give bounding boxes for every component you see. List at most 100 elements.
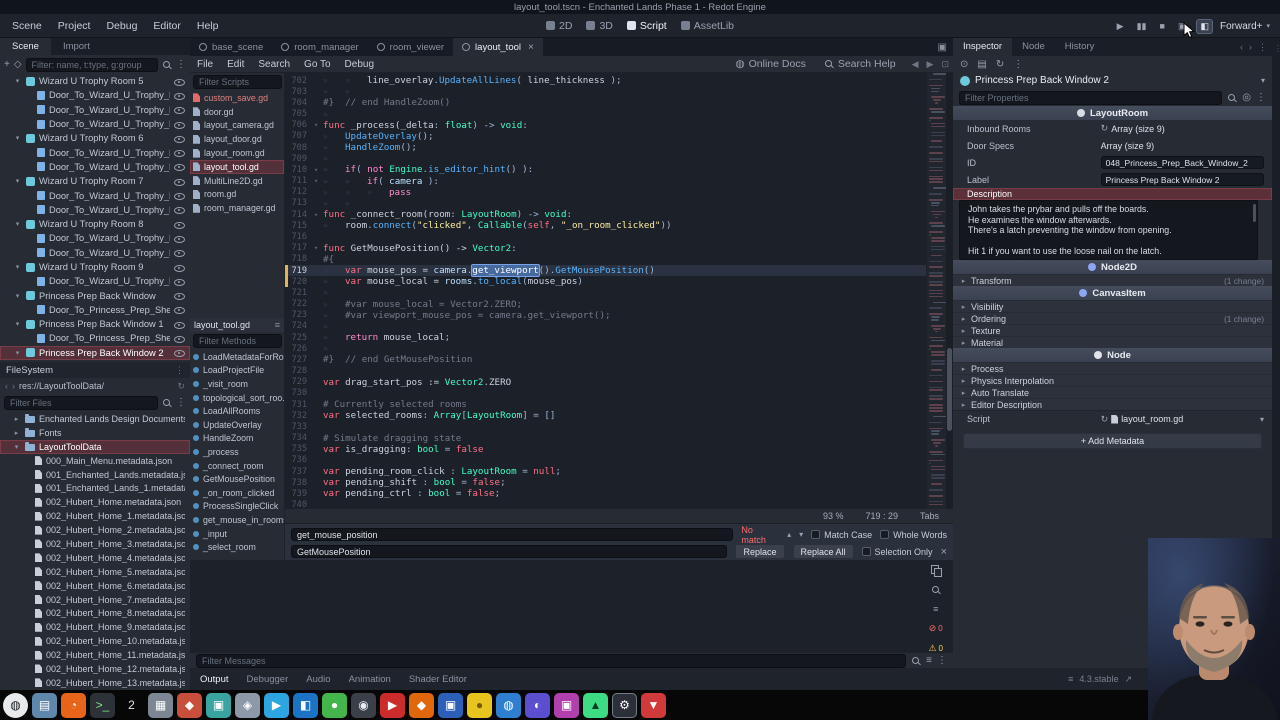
taskbar-icon-0[interactable]: ◍ [3, 692, 28, 718]
taskbar-icon-1[interactable]: ▤ [32, 692, 57, 718]
script-value[interactable]: ↻ layout_room.gd ▾ [1101, 414, 1264, 425]
scene-tree-row[interactable]: ▾ Princess Prep Back Window 2 [0, 345, 190, 360]
code-line[interactable]: 722 » #var mouse_local = Vector2.ZERO; [285, 298, 926, 310]
add-node-icon[interactable]: + [4, 59, 10, 70]
log-options-icon[interactable]: ≡ [926, 655, 932, 666]
filesystem-row[interactable]: ▸ Fonts [0, 426, 190, 440]
property-group[interactable]: ▸ Auto Translate [953, 386, 1272, 398]
taskbar-icon-10[interactable]: ◧ [293, 692, 318, 718]
method-item[interactable]: HandleZoom [190, 432, 284, 446]
filesystem-row[interactable]: 002_Hubert_Home_1.metadata.json [0, 509, 190, 523]
taskbar-icon-7[interactable]: ▣ [206, 692, 231, 718]
filter-methods-input[interactable] [193, 334, 282, 348]
method-item[interactable]: ProcessSingleClick [190, 500, 284, 514]
script-item[interactable]: room.gd [190, 188, 284, 202]
code-line[interactable]: 703 » » [285, 86, 926, 97]
match-case-checkbox[interactable]: Match Case [811, 530, 872, 540]
filesystem-row[interactable]: 002_Hubert_Home_11.metadata.json [0, 648, 190, 662]
taskbar-icon-5[interactable]: ▦ [148, 692, 173, 718]
visibility-toggle-icon[interactable] [174, 248, 185, 258]
expand-panel-icon[interactable]: ↗ [1124, 674, 1132, 685]
expand-arrow[interactable]: ▾ [13, 263, 22, 271]
scene-tree-row[interactable]: Door_To_Princess_Prep_Shed_1 [0, 303, 190, 317]
code-line[interactable]: 709 » [285, 153, 926, 164]
property-value[interactable]: 048_Princess_Prep_Back_Window_2 [1100, 156, 1264, 169]
taskbar-icon-9[interactable]: ▶ [264, 692, 289, 718]
visibility-toggle-icon[interactable] [174, 348, 185, 358]
filesystem-row[interactable]: 002_Hubert_Home_5.metadata.json [0, 565, 190, 579]
menu-scene[interactable]: Scene [4, 20, 50, 32]
property-row[interactable]: Label Princess Prep Back Window 2 [953, 171, 1272, 188]
mode-script[interactable]: Script [626, 20, 667, 32]
filesystem-row[interactable]: ▸ Enchanted Lands Design Documents [0, 412, 190, 426]
property-row-selected[interactable]: Description [953, 188, 1272, 200]
script-item[interactable]: MultiLine2D.gd [190, 174, 284, 188]
scene-tree-row[interactable]: ▾ Princess Prep Back Window [0, 288, 190, 302]
visibility-toggle-icon[interactable] [174, 305, 185, 315]
bottom-tab-shader-editor[interactable]: Shader Editor [409, 674, 467, 685]
current-script-header[interactable]: layout_tool.gd ≡ [190, 318, 284, 332]
search-next-icon[interactable]: ▾ [799, 530, 803, 539]
expand-arrow[interactable]: ▾ [13, 320, 22, 328]
replace-input[interactable] [291, 545, 728, 558]
textarea-scrollbar[interactable] [1253, 204, 1256, 222]
expand-arrow[interactable]: ▾ [13, 292, 22, 300]
inspector-menu-icon[interactable]: ⋮ [1013, 59, 1023, 70]
property-row[interactable]: Door Specs Array (size 9) [953, 137, 1272, 154]
taskbar-icon-4[interactable]: 2 [119, 693, 144, 718]
code-line[interactable]: 726 » [285, 343, 926, 354]
code-scrollbar[interactable] [946, 73, 953, 509]
expand-arrow[interactable]: ▾ [13, 77, 22, 85]
code-line[interactable]: 733 [285, 421, 926, 432]
fold-arrow[interactable]: ▾ [314, 211, 323, 219]
code-line[interactable]: 718 #{ [285, 254, 926, 265]
filesystem-row[interactable]: 002_Hubert_Home_3.metadata.json [0, 537, 190, 551]
search-input[interactable] [291, 528, 734, 541]
indent-type[interactable]: Tabs [920, 511, 939, 521]
menu-project[interactable]: Project [50, 20, 99, 32]
taskbar-icon-17[interactable]: ◍ [496, 692, 521, 718]
taskbar-icon-20[interactable]: ▲ [583, 692, 608, 718]
caret-position[interactable]: 719 : 29 [865, 511, 898, 521]
close-tab-icon[interactable]: × [528, 42, 534, 53]
code-line[interactable]: 731 # Currently selected rooms [285, 399, 926, 410]
scene-tree-row[interactable]: Door_To_Wizard_U_Trophy_Ro... [0, 231, 190, 245]
method-item[interactable]: UpdateOverlay [190, 418, 284, 432]
taskbar-icon-13[interactable]: ▶ [380, 692, 405, 718]
code-line[interactable]: 724 » [285, 321, 926, 332]
close-search-icon[interactable]: × [941, 546, 947, 558]
method-item[interactable]: _process [190, 445, 284, 459]
code-line[interactable]: 711 ▾»» if( camera ): [285, 176, 926, 187]
replace-all-button[interactable]: Replace All [792, 544, 854, 559]
zoom-level[interactable]: 93 % [823, 511, 844, 521]
bottom-tab-debugger[interactable]: Debugger [247, 674, 289, 685]
script-menu-file[interactable]: File [190, 59, 220, 70]
property-row[interactable]: ID 048_Princess_Prep_Back_Window_2 [953, 154, 1272, 171]
filesystem-row[interactable]: 002_Hubert_Home_9.metadata.json [0, 620, 190, 634]
method-item[interactable]: _connect_room [190, 459, 284, 473]
taskbar-icon-3[interactable]: >_ [90, 692, 115, 718]
selection-only-checkbox[interactable]: Selection Only [861, 547, 933, 557]
visibility-toggle-icon[interactable] [174, 162, 185, 172]
code-line[interactable]: 716 [285, 231, 926, 242]
inspector-tab-history[interactable]: History [1055, 38, 1105, 56]
filesystem-row[interactable]: 002_Hubert_Home.metadata.json [0, 495, 190, 509]
code-line[interactable]: 714 ▾ func _connect_room(room: LayoutRoom)… [285, 209, 926, 220]
property-value[interactable]: Princess Prep Back Window 2 [1100, 173, 1264, 186]
visibility-toggle-icon[interactable] [174, 148, 185, 158]
filesystem-row[interactable]: 002_Hubert_Home_13.metadata.json [0, 676, 190, 690]
method-item[interactable]: topological_sort_roo... [190, 391, 284, 405]
method-item[interactable]: GetMousePosition [190, 472, 284, 486]
visibility-toggle-icon[interactable] [174, 119, 185, 129]
forward-icon[interactable]: › [12, 381, 15, 391]
script-menu-go-to[interactable]: Go To [297, 59, 338, 70]
filesystem-row[interactable]: 001_Enchanted_Lands.metadata.json [0, 468, 190, 482]
property-group[interactable]: ▸ Ordering (1 change) [953, 312, 1272, 324]
inspector-category[interactable]: CanvasItem [953, 286, 1272, 300]
code-line[interactable]: 719» var mouse_pos = camera. get_viewport(… [285, 264, 926, 277]
taskbar-icon-18[interactable]: ◐ [525, 692, 550, 718]
whole-words-checkbox[interactable]: Whole Words [880, 530, 947, 540]
member-overview-icon[interactable]: ≡ [275, 320, 280, 330]
property-group[interactable]: ▸ Editor Description [953, 398, 1272, 410]
scene-tree-row[interactable]: Door_To_Wizard_U_Trophy_Ro... [0, 160, 190, 174]
